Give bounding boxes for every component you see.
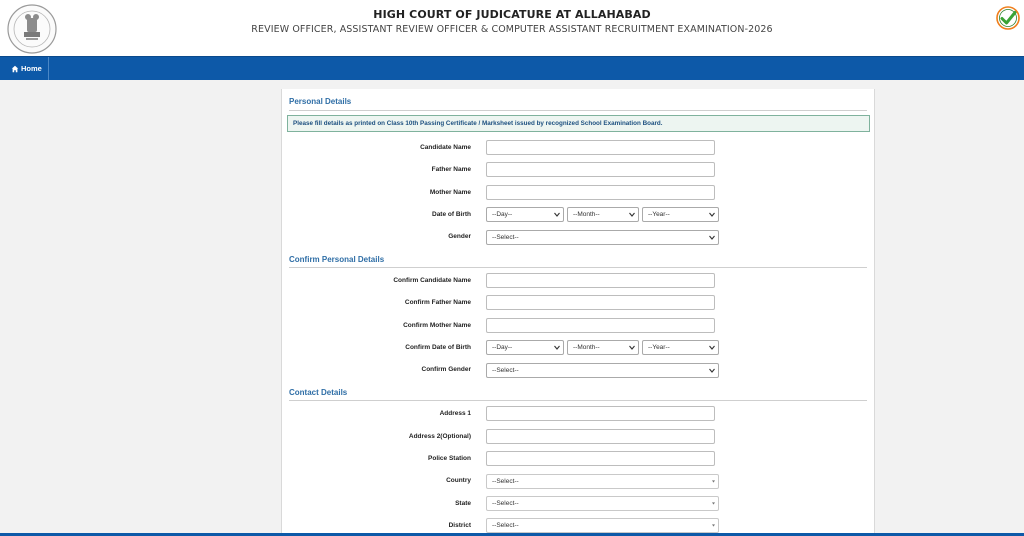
confirm-father-name-label: Confirm Father Name [404, 299, 471, 306]
address2-label: Address 2(Optional) [408, 433, 471, 440]
father-name-label: Father Name [431, 166, 471, 173]
dob-year-select[interactable]: --Year-- [642, 207, 719, 222]
chevron-down-icon [709, 212, 715, 217]
confirm-mother-name-label: Confirm Mother Name [403, 322, 471, 329]
chevron-down-icon [712, 502, 715, 505]
chevron-down-icon [554, 212, 560, 217]
chevron-down-icon [709, 345, 715, 350]
personal-details-heading: Personal Details [289, 97, 352, 106]
police-station-input[interactable] [486, 451, 715, 466]
confirm-mother-name-input[interactable] [486, 318, 715, 333]
exam-subtitle: REVIEW OFFICER, ASSISTANT REVIEW OFFICER… [251, 24, 773, 35]
police-station-label: Police Station [428, 455, 471, 462]
registration-form: Personal Details Please fill details as … [281, 89, 875, 536]
chevron-down-icon [712, 524, 715, 527]
chevron-down-icon [629, 212, 635, 217]
chevron-down-icon [554, 345, 560, 350]
nav-home-label: Home [21, 64, 42, 73]
confirm-details-heading: Confirm Personal Details [289, 255, 385, 264]
top-navbar: Home [0, 56, 1024, 80]
dob-day-select[interactable]: --Day-- [486, 207, 564, 222]
country-value: --Select-- [492, 478, 519, 485]
dob-year-value: --Year-- [648, 211, 670, 218]
confirm-candidate-name-label: Confirm Candidate Name [393, 277, 471, 284]
contact-details-heading: Contact Details [289, 388, 348, 397]
section-divider [289, 400, 867, 401]
confirm-dob-day-select[interactable]: --Day-- [486, 340, 564, 355]
confirm-gender-select[interactable]: --Select-- [486, 363, 719, 378]
district-select[interactable]: --Select-- [486, 518, 719, 533]
district-value: --Select-- [492, 522, 519, 529]
dob-day-value: --Day-- [492, 211, 513, 218]
gender-label: Gender [448, 233, 471, 240]
country-select[interactable]: --Select-- [486, 474, 719, 489]
chevron-down-icon [709, 235, 715, 240]
address1-label: Address 1 [439, 410, 471, 417]
confirm-dob-month-select[interactable]: --Month-- [567, 340, 639, 355]
chevron-down-icon [709, 368, 715, 373]
gender-select[interactable]: --Select-- [486, 230, 719, 245]
confirm-dob-label: Confirm Date of Birth [405, 344, 471, 351]
chevron-down-icon [629, 345, 635, 350]
confirm-gender-value: --Select-- [492, 367, 519, 374]
confirm-gender-label: Confirm Gender [421, 366, 471, 373]
confirm-dob-day-value: --Day-- [492, 344, 513, 351]
dob-month-select[interactable]: --Month-- [567, 207, 639, 222]
address1-input[interactable] [486, 406, 715, 421]
nav-home-link[interactable]: Home [0, 57, 49, 80]
confirm-candidate-name-input[interactable] [486, 273, 715, 288]
confirm-dob-year-value: --Year-- [648, 344, 670, 351]
state-value: --Select-- [492, 500, 519, 507]
section-divider [289, 267, 867, 268]
section-divider [289, 110, 867, 111]
candidate-name-label: Candidate Name [420, 144, 471, 151]
confirm-dob-month-value: --Month-- [573, 344, 600, 351]
dob-label: Date of Birth [432, 211, 471, 218]
state-label: State [455, 500, 471, 507]
dob-month-value: --Month-- [573, 211, 600, 218]
father-name-input[interactable] [486, 162, 715, 177]
country-label: Country [446, 477, 471, 484]
district-label: District [448, 522, 471, 529]
mother-name-input[interactable] [486, 185, 715, 200]
home-icon [11, 65, 19, 72]
page-title: HIGH COURT OF JUDICATURE AT ALLAHABAD [373, 8, 651, 21]
confirm-dob-year-select[interactable]: --Year-- [642, 340, 719, 355]
mother-name-label: Mother Name [429, 189, 471, 196]
site-header: HIGH COURT OF JUDICATURE AT ALLAHABAD RE… [0, 0, 1024, 57]
verified-check-icon [996, 6, 1020, 30]
address2-input[interactable] [486, 429, 715, 444]
chevron-down-icon [712, 480, 715, 483]
gender-value: --Select-- [492, 234, 519, 241]
notice-box: Please fill details as printed on Class … [287, 115, 870, 132]
confirm-father-name-input[interactable] [486, 295, 715, 310]
candidate-name-input[interactable] [486, 140, 715, 155]
state-select[interactable]: --Select-- [486, 496, 719, 511]
